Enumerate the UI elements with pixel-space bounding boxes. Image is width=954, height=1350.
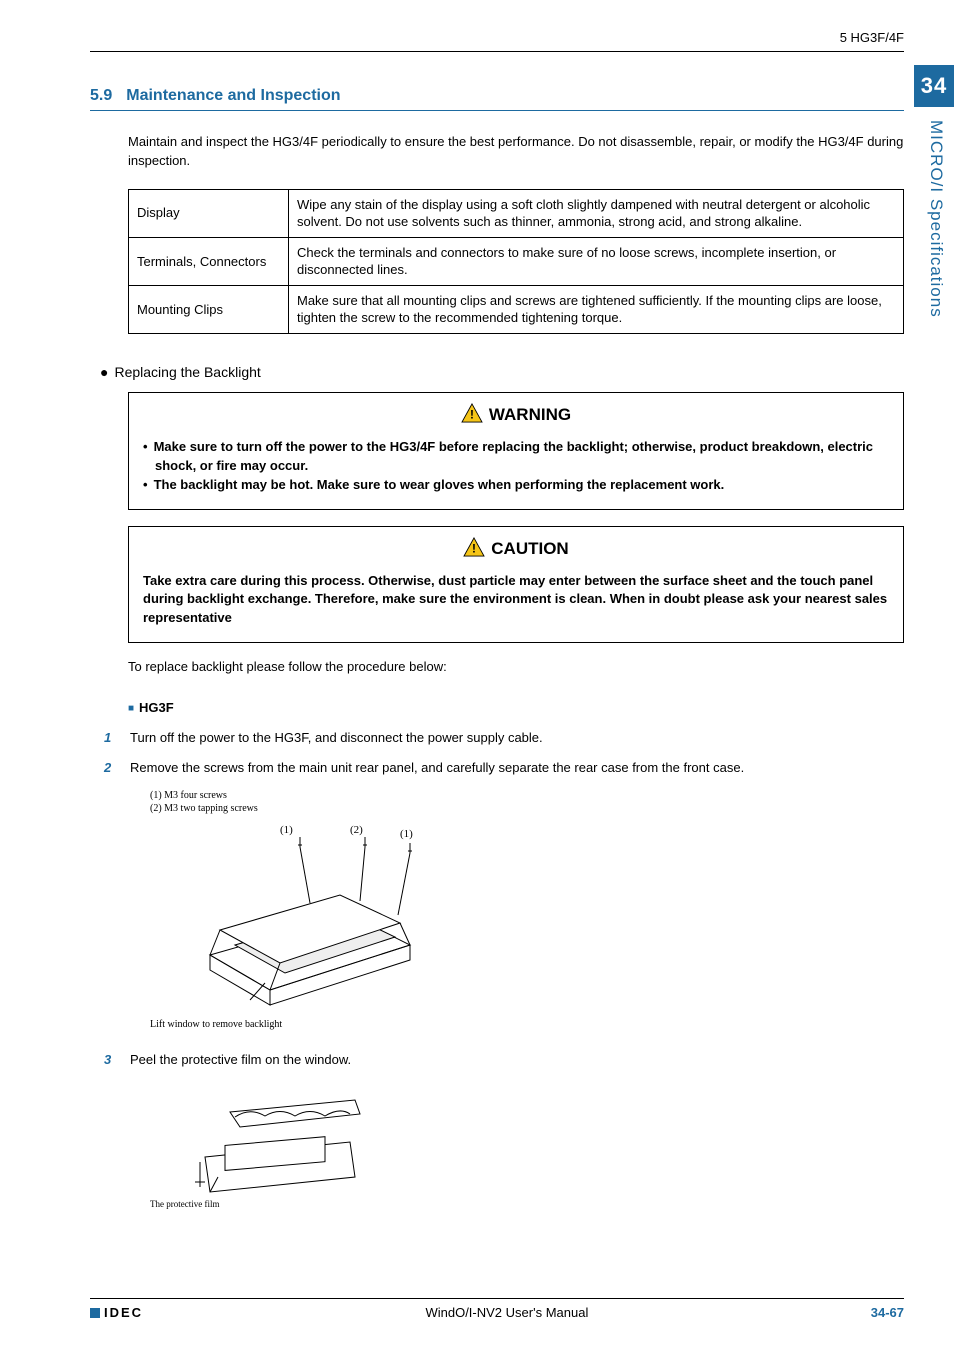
section-title: 5.9 Maintenance and Inspection — [90, 87, 904, 111]
table-cell-label: Terminals, Connectors — [129, 237, 289, 285]
figure-annotation: The protective film — [150, 1199, 219, 1209]
figure-2: The protective film — [150, 1082, 904, 1215]
caution-icon: ! — [463, 537, 485, 562]
step: 1 Turn off the power to the HG3F, and di… — [104, 729, 904, 747]
table-cell-label: Display — [129, 189, 289, 237]
page-footer: IDEC WindO/I-NV2 User's Manual 34-67 — [90, 1298, 904, 1320]
figure-caption: (1) M3 four screws — [150, 789, 904, 802]
step: 3 Peel the protective film on the window… — [104, 1051, 904, 1069]
section-heading: Maintenance and Inspection — [126, 87, 340, 105]
table-row: Mounting Clips Make sure that all mounti… — [129, 285, 904, 333]
step: 2 Remove the screws from the main unit r… — [104, 759, 904, 777]
replace-intro: To replace backlight please follow the p… — [128, 659, 904, 674]
svg-text:!: ! — [472, 541, 476, 555]
footer-center: WindO/I-NV2 User's Manual — [425, 1305, 588, 1320]
step-number: 1 — [104, 729, 118, 747]
figure-annotation: (1) — [400, 828, 413, 840]
table-cell-desc: Make sure that all mounting clips and sc… — [289, 285, 904, 333]
table-cell-desc: Check the terminals and connectors to ma… — [289, 237, 904, 285]
figure-annotation: (1) — [280, 824, 293, 836]
step-number: 3 — [104, 1051, 118, 1069]
svg-text:!: ! — [470, 407, 474, 421]
backlight-heading: Replacing the Backlight — [100, 364, 904, 380]
maintenance-table: Display Wipe any stain of the display us… — [128, 189, 904, 334]
warning-item: Make sure to turn off the power to the H… — [143, 438, 889, 476]
model-heading: ■ HG3F — [128, 700, 904, 715]
caution-label: CAUTION — [491, 539, 568, 559]
warning-header: ! WARNING — [143, 403, 889, 428]
figure-bottom-caption: Lift window to remove backlight — [150, 1018, 904, 1031]
step-text: Peel the protective film on the window. — [130, 1051, 351, 1069]
table-cell-desc: Wipe any stain of the display using a so… — [289, 189, 904, 237]
table-cell-label: Mounting Clips — [129, 285, 289, 333]
step-number: 2 — [104, 759, 118, 777]
footer-page: 34-67 — [871, 1305, 904, 1320]
figure-1: (1) M3 four screws (2) M3 two tapping sc… — [150, 789, 904, 1031]
page-number: 34-67 — [871, 1305, 904, 1320]
chapter-tab: 34 — [914, 65, 954, 107]
model-name: HG3F — [139, 700, 174, 715]
footer-logo: IDEC — [90, 1305, 143, 1320]
footer-logo-text: IDEC — [104, 1305, 143, 1320]
breadcrumb: 5 HG3F/4F — [90, 30, 904, 45]
section-number: 5.9 — [90, 87, 112, 105]
chapter-side-label: MICRO/I Specifications — [926, 120, 946, 318]
device-diagram-icon: (1) (2) (1) — [150, 815, 450, 1015]
square-bullet-icon: ■ — [128, 703, 134, 714]
table-row: Terminals, Connectors Check the terminal… — [129, 237, 904, 285]
figure-caption: (2) M3 two tapping screws — [150, 802, 904, 815]
warning-box: ! WARNING Make sure to turn off the powe… — [128, 392, 904, 510]
idec-logo-icon — [90, 1308, 100, 1318]
intro-paragraph: Maintain and inspect the HG3/4F periodic… — [128, 133, 904, 171]
figure-annotation: (2) — [350, 824, 363, 836]
step-text: Turn off the power to the HG3F, and disc… — [130, 729, 543, 747]
caution-box: ! CAUTION Take extra care during this pr… — [128, 526, 904, 644]
warning-item: The backlight may be hot. Make sure to w… — [143, 476, 889, 495]
header-rule — [90, 51, 904, 52]
warning-icon: ! — [461, 403, 483, 428]
caution-body: Take extra care during this process. Oth… — [143, 572, 889, 629]
caution-header: ! CAUTION — [143, 537, 889, 562]
step-text: Remove the screws from the main unit rea… — [130, 759, 744, 777]
table-row: Display Wipe any stain of the display us… — [129, 189, 904, 237]
film-diagram-icon: The protective film — [150, 1082, 370, 1212]
warning-label: WARNING — [489, 405, 571, 425]
